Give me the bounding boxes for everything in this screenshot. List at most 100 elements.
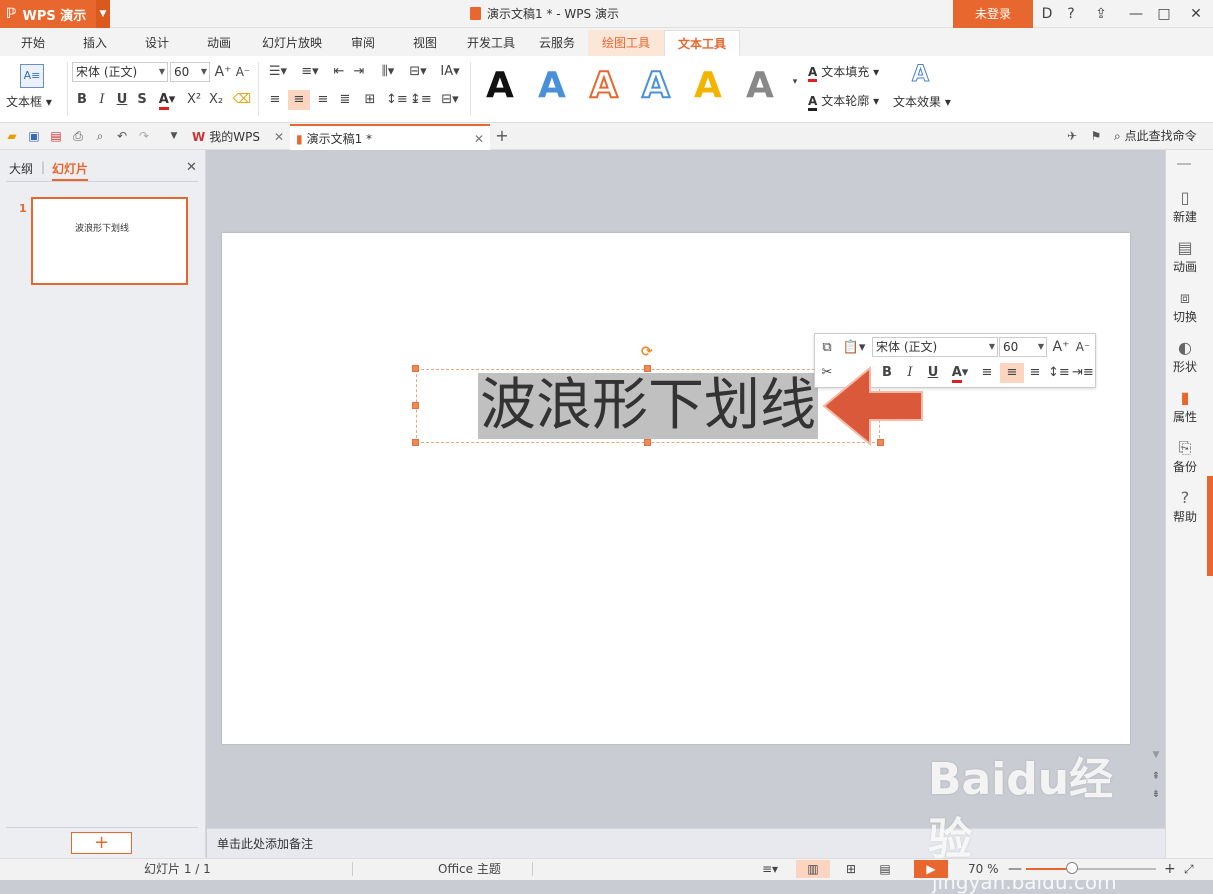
close-tab-icon[interactable]: ✕ xyxy=(274,124,284,150)
tab-text-tools[interactable]: 文本工具 xyxy=(664,30,740,56)
tab-animation[interactable]: 动画 xyxy=(196,30,242,56)
resize-handle[interactable] xyxy=(412,439,419,446)
text-align-vertical-icon[interactable]: ⊟▾ xyxy=(436,90,464,110)
shrink-font-icon[interactable]: A⁻ xyxy=(234,62,252,82)
zoom-in-icon[interactable]: + xyxy=(1164,860,1176,878)
mini-font-name-select[interactable]: 宋体 (正文) ▼ xyxy=(872,337,998,357)
style-gray[interactable]: A xyxy=(746,64,774,108)
slide-sorter-icon[interactable]: ⊞ xyxy=(840,860,862,878)
mini-indent-icon[interactable]: ⇥≡ xyxy=(1072,363,1094,383)
font-name-select[interactable]: 宋体 (正文) ▼ xyxy=(72,62,168,82)
notes-toggle-icon[interactable]: ≡▾ xyxy=(762,860,790,878)
text-direction-icon[interactable]: ⊟▾ xyxy=(404,62,432,82)
tab-insert[interactable]: 插入 xyxy=(72,30,118,56)
decrease-indent-icon[interactable]: ⇤ xyxy=(330,62,348,82)
subscript-icon[interactable]: X₂ xyxy=(206,90,226,110)
selected-text[interactable]: 波浪形下划线 xyxy=(478,373,818,439)
save-icon[interactable]: ▣ xyxy=(26,128,42,144)
close-icon[interactable]: ✕ xyxy=(1184,0,1208,28)
reading-view-icon[interactable]: ▤ xyxy=(874,860,896,878)
app-menu-button[interactable]: ℙ WPS 演示 ▼ xyxy=(0,0,110,28)
style-blue-outline[interactable]: A xyxy=(641,64,671,108)
align-center-icon[interactable]: ≡ xyxy=(288,90,310,110)
text-fill-button[interactable]: A 文本填充 ▾ xyxy=(808,63,898,82)
paragraph-spacing-icon[interactable]: ↕≡ xyxy=(386,90,408,110)
login-button[interactable]: 未登录 xyxy=(953,0,1033,28)
redo-icon[interactable]: ↷ xyxy=(136,128,152,144)
gallery-more-icon[interactable]: ▾ xyxy=(789,72,801,92)
copy-icon[interactable]: ⧉ xyxy=(818,338,836,358)
style-blue[interactable]: A xyxy=(538,64,566,108)
text-effect-icon[interactable]: A xyxy=(912,62,932,88)
close-tab-icon[interactable]: ✕ xyxy=(474,126,484,152)
print-icon[interactable]: ⎙ xyxy=(70,128,86,144)
textbox-icon[interactable]: A≡ xyxy=(20,64,44,88)
maximize-icon[interactable]: □ xyxy=(1152,0,1176,28)
new-tab-icon[interactable]: + xyxy=(494,128,510,144)
zoom-slider-thumb[interactable] xyxy=(1066,862,1078,874)
resize-handle[interactable] xyxy=(644,365,651,372)
tab-slides[interactable]: 幻灯片 xyxy=(52,160,89,181)
font-color-icon[interactable]: A▾ xyxy=(154,90,180,110)
tab-design[interactable]: 设计 xyxy=(134,30,180,56)
clear-format-icon[interactable]: ⌫ xyxy=(232,90,252,110)
bold-icon[interactable]: B xyxy=(74,90,90,110)
print-preview-icon[interactable]: ⌕ xyxy=(92,128,108,144)
open-folder-icon[interactable]: ▰ xyxy=(4,128,20,144)
bullet-list-icon[interactable]: ☰▾ xyxy=(264,62,292,82)
style-orange-outline[interactable]: A xyxy=(589,64,619,108)
text-effect-button[interactable]: 文本效果 ▾ xyxy=(893,93,955,110)
tab-home[interactable]: 开始 xyxy=(10,30,56,56)
pin-icon[interactable]: ✈ xyxy=(1064,128,1080,144)
sidebar-collapse-handle[interactable] xyxy=(1207,476,1213,576)
style-black[interactable]: A xyxy=(486,64,514,108)
paste-icon[interactable]: 📋▾ xyxy=(840,338,868,358)
theme-name[interactable]: Office 主题 xyxy=(438,860,501,878)
align-left-icon[interactable]: ≡ xyxy=(266,90,284,110)
underline-icon[interactable]: U xyxy=(114,90,130,110)
minimize-icon[interactable]: — xyxy=(1124,0,1148,28)
prev-slide-icon[interactable]: ⇞ xyxy=(1150,772,1162,782)
play-slideshow-icon[interactable]: ▶ xyxy=(914,860,948,878)
resize-handle[interactable] xyxy=(412,402,419,409)
mini-underline-icon[interactable]: U xyxy=(924,363,942,383)
mini-shrink-font-icon[interactable]: A⁻ xyxy=(1074,337,1092,357)
distribute-icon[interactable]: ⊞ xyxy=(360,90,380,110)
mini-font-color-icon[interactable]: A▾ xyxy=(946,363,974,383)
doc-tab-mywps[interactable]: W 我的WPS ✕ xyxy=(186,124,290,150)
rotate-handle-icon[interactable]: ⟳ xyxy=(641,344,653,360)
sidebar-item-help[interactable]: ? 帮助 xyxy=(1165,488,1205,525)
mini-font-size-select[interactable]: 60 ▼ xyxy=(999,337,1047,357)
justify-icon[interactable]: ≣ xyxy=(336,90,354,110)
resize-handle[interactable] xyxy=(412,365,419,372)
line-spacing-icon[interactable]: IA▾ xyxy=(436,62,464,82)
numbered-list-icon[interactable]: ≡▾ xyxy=(296,62,324,82)
tab-developer[interactable]: 开发工具 xyxy=(460,30,522,56)
tab-slideshow[interactable]: 幻灯片放映 xyxy=(256,30,328,56)
chevron-down-icon[interactable]: ▼ xyxy=(96,0,110,28)
mini-line-spacing-icon[interactable]: ↕≡ xyxy=(1048,363,1070,383)
line-spacing2-icon[interactable]: ↨≡ xyxy=(410,90,432,110)
sidebar-item-backup[interactable]: ⎘ 备份 xyxy=(1165,438,1205,475)
zoom-out-icon[interactable]: — xyxy=(1008,860,1022,878)
fit-window-icon[interactable]: ⤢ xyxy=(1184,860,1194,878)
align-right-icon[interactable]: ≡ xyxy=(314,90,332,110)
superscript-icon[interactable]: X² xyxy=(184,90,204,110)
account-d-icon[interactable]: D xyxy=(1036,0,1058,28)
textbox-button[interactable]: 文本框 ▾ xyxy=(6,93,66,110)
help-icon[interactable]: ? xyxy=(1060,0,1082,28)
feedback-icon[interactable]: ⚑ xyxy=(1088,128,1104,144)
close-panel-icon[interactable]: ✕ xyxy=(186,160,197,175)
mini-grow-font-icon[interactable]: A⁺ xyxy=(1052,337,1070,357)
sidebar-item-properties[interactable]: ▮ 属性 xyxy=(1165,388,1205,425)
tab-drawing-tools[interactable]: 绘图工具 xyxy=(588,30,664,56)
slide-thumbnail[interactable]: 波浪形下划线 xyxy=(31,197,188,285)
tab-review[interactable]: 审阅 xyxy=(340,30,386,56)
mini-align-right-icon[interactable]: ≡ xyxy=(1026,363,1044,383)
add-slide-button[interactable]: + xyxy=(71,832,132,854)
upload-icon[interactable]: ⇪ xyxy=(1090,0,1112,28)
zoom-level[interactable]: 70 % xyxy=(968,860,999,878)
italic-icon[interactable]: I xyxy=(94,90,110,110)
shadow-icon[interactable]: S xyxy=(134,90,150,110)
tab-cloud[interactable]: 云服务 xyxy=(532,30,582,56)
